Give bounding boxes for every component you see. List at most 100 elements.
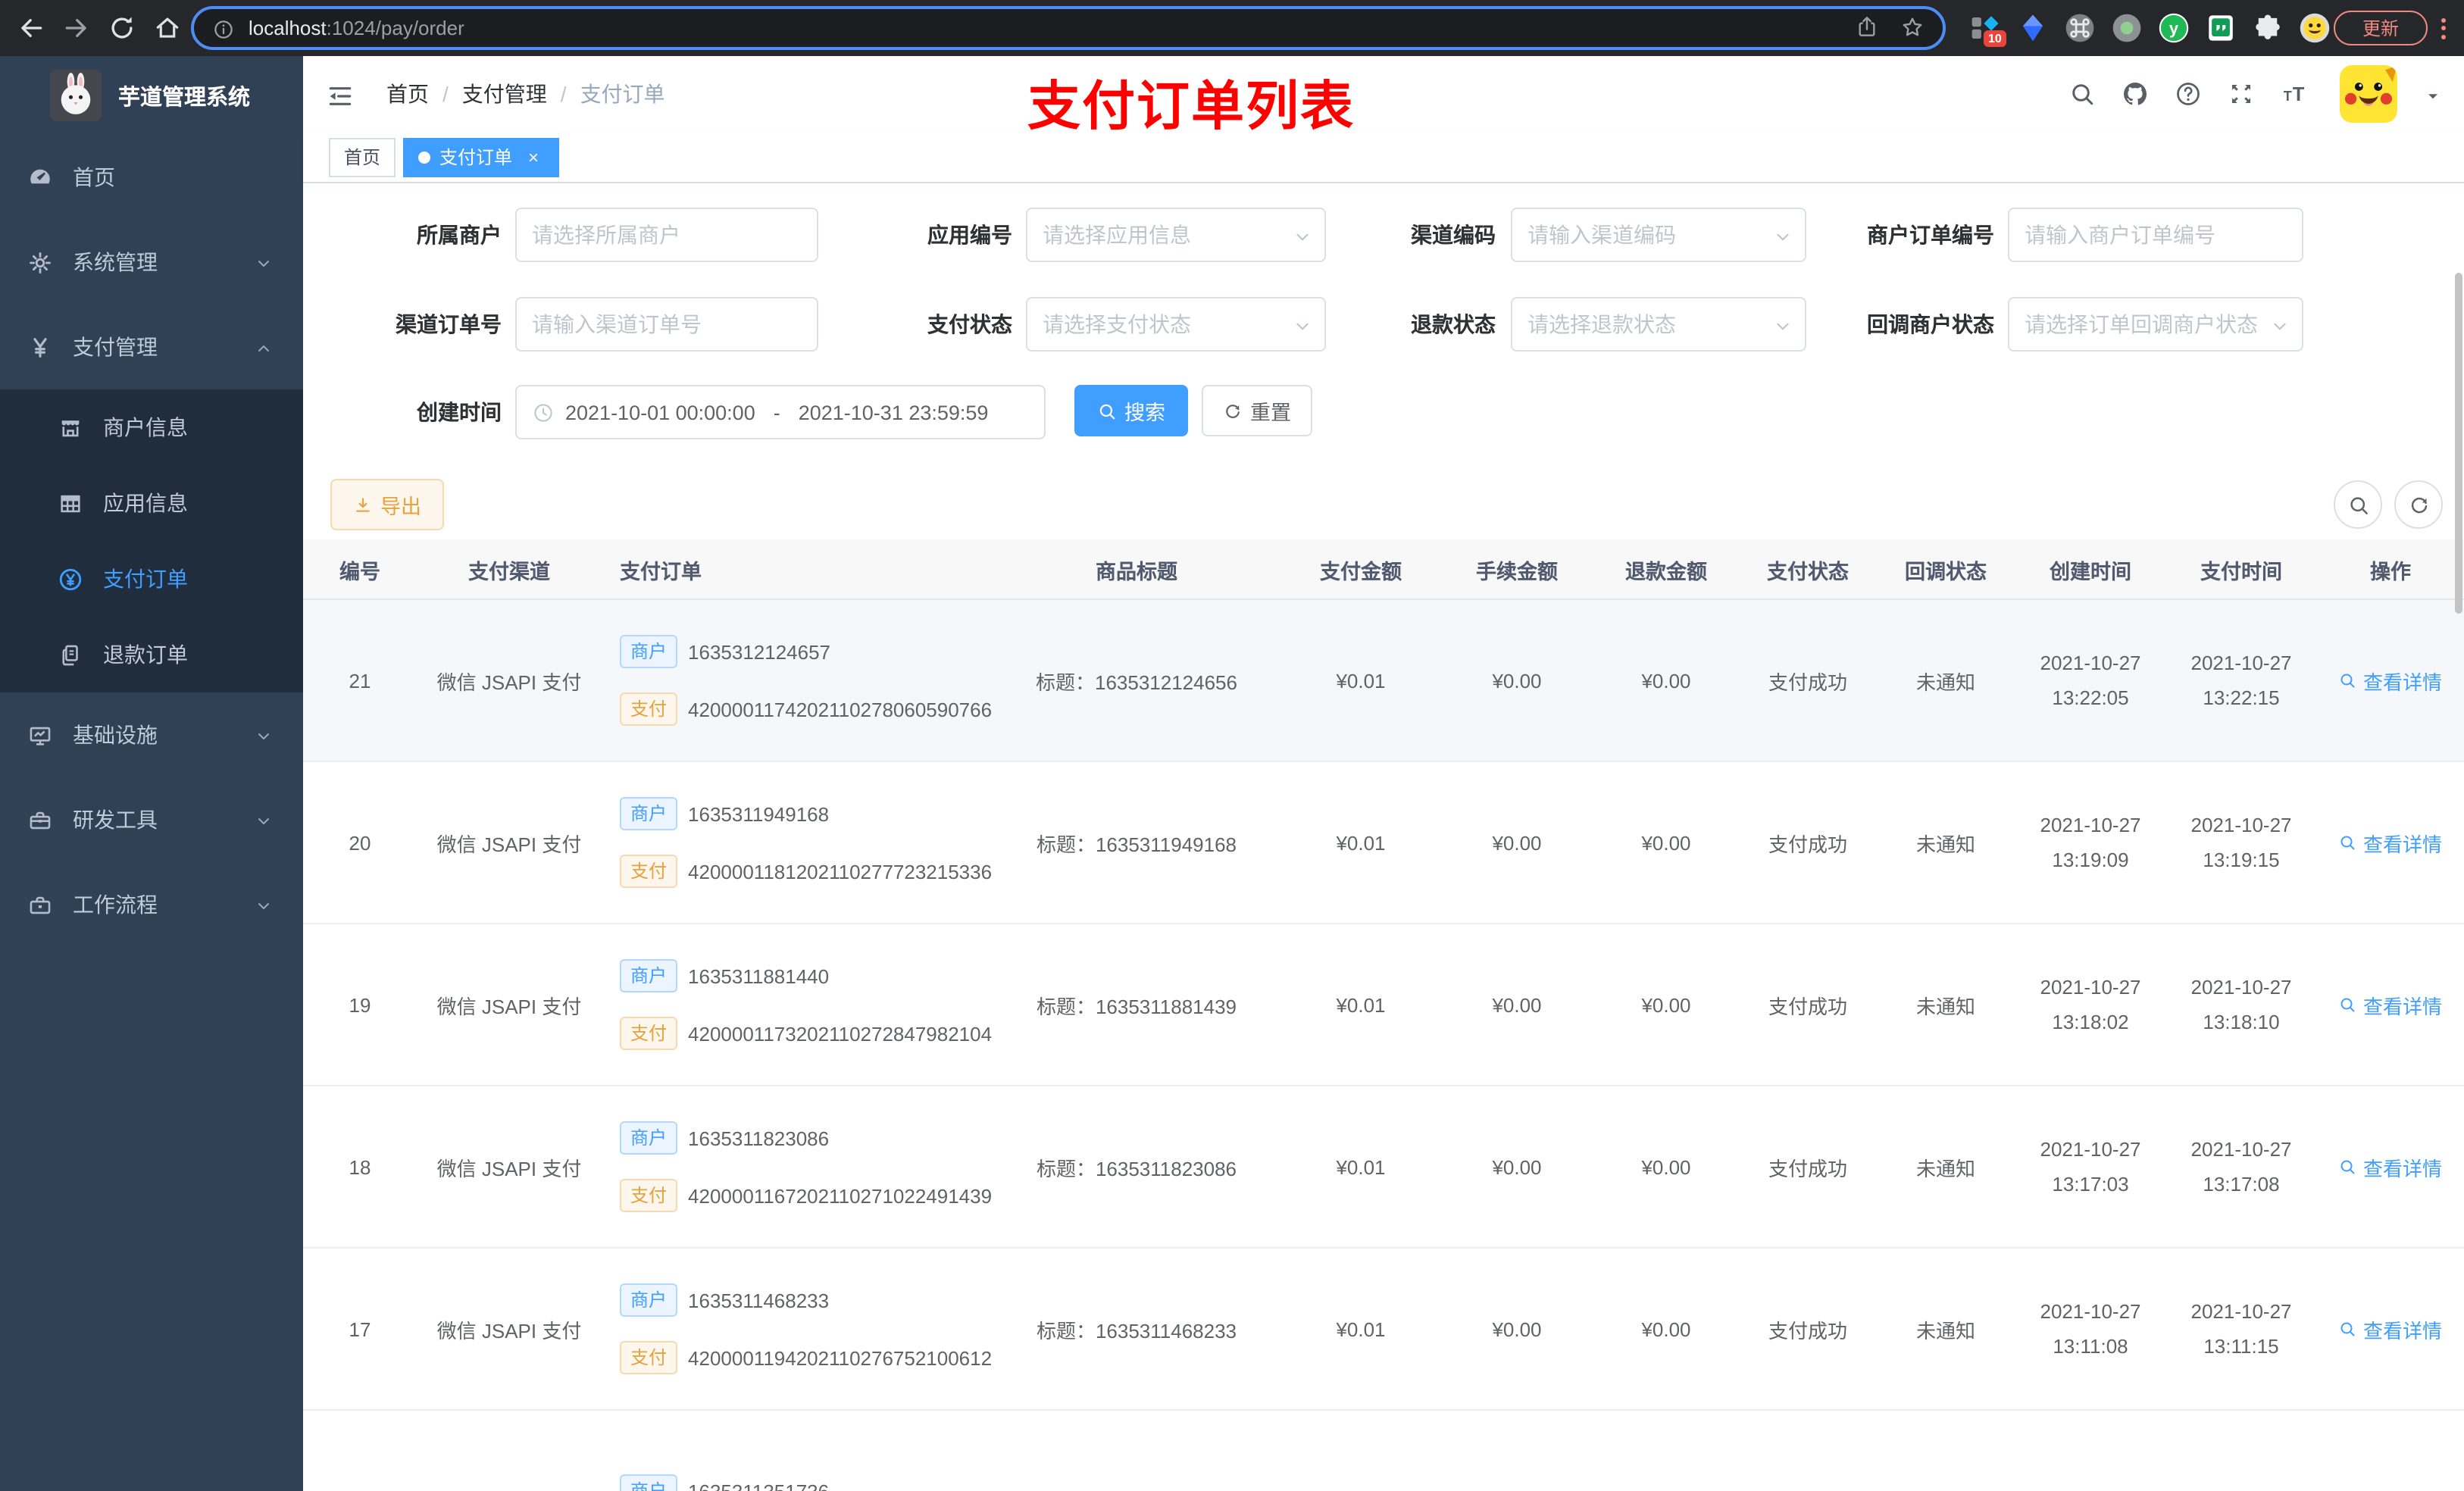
- column-header-amount: 支付金额: [1320, 560, 1402, 583]
- extension-gray-dot-icon[interactable]: [2111, 12, 2143, 44]
- site-info-icon[interactable]: [212, 15, 235, 41]
- browser-home-icon[interactable]: [152, 12, 183, 44]
- extension-y-icon[interactable]: y: [2158, 12, 2190, 44]
- chrome-update-button[interactable]: 更新: [2334, 11, 2428, 45]
- breadcrumb-separator: /: [560, 82, 567, 106]
- url-bar[interactable]: localhost:1024/pay/order: [191, 6, 1946, 50]
- tab-close-icon[interactable]: ×: [523, 146, 544, 167]
- column-header-notify: 回调状态: [1905, 560, 1987, 583]
- export-button[interactable]: 导出: [330, 479, 444, 530]
- extensions-puzzle-icon[interactable]: [2252, 12, 2284, 44]
- search-icon: [1097, 401, 1117, 420]
- cell-channel: 微信 JSAPI 支付: [436, 1319, 582, 1342]
- breadcrumb-item[interactable]: 首页: [386, 79, 429, 109]
- cell-refund: ¥0.00: [1641, 993, 1691, 1016]
- extension-chat-icon[interactable]: [2205, 12, 2237, 44]
- filter-select[interactable]: 请选择订单回调商户状态: [2008, 297, 2303, 352]
- view-detail-link[interactable]: 查看详情: [2339, 990, 2442, 1019]
- refresh-table-button[interactable]: [2394, 480, 2443, 529]
- extension-kite-icon[interactable]: [2017, 12, 2049, 44]
- share-icon[interactable]: [1855, 14, 1879, 42]
- placeholder-text: 请选择应用信息: [1043, 223, 1191, 247]
- cell-status: 支付成功: [1768, 833, 1847, 855]
- filter-select[interactable]: 请输入渠道编码: [1511, 208, 1806, 262]
- sidebar-item-refund-order[interactable]: 退款订单: [0, 617, 303, 692]
- cell-channel: 微信 JSAPI 支付: [436, 670, 582, 693]
- filter-input[interactable]: 请输入渠道订单号: [515, 297, 818, 352]
- sidebar-item-pay[interactable]: 支付管理: [0, 305, 303, 389]
- browser-forward-icon[interactable]: [61, 12, 92, 44]
- sidebar-item-infra[interactable]: 基础设施: [0, 692, 303, 777]
- cell-fee: ¥0.00: [1492, 1155, 1542, 1178]
- sidebar-item-devtools[interactable]: 研发工具: [0, 777, 303, 862]
- column-header-order: 支付订单: [620, 560, 702, 583]
- page-scrollbar[interactable]: [2455, 273, 2462, 614]
- table-row: 19 微信 JSAPI 支付 商户 1635311881440 支付 4200001173…: [303, 924, 2464, 1086]
- cell-order: 商户 1635311881440 支付 42000011732021102728479…: [602, 924, 993, 1085]
- column-header-title: 商品标题: [1096, 560, 1177, 583]
- chrome-menu-icon[interactable]: [2438, 12, 2447, 44]
- tab-支付订单[interactable]: 支付订单 ×: [403, 137, 560, 177]
- extension-command-icon[interactable]: [2064, 12, 2096, 44]
- sidebar-item-home[interactable]: 首页: [0, 135, 303, 220]
- browser-back-icon[interactable]: [15, 12, 47, 44]
- filter-input[interactable]: 请输入商户订单编号: [2008, 208, 2303, 262]
- cell-created: 2021-10-27 13:19:09: [2040, 814, 2141, 871]
- download-icon: [353, 495, 373, 514]
- view-detail-link[interactable]: 查看详情: [2339, 666, 2442, 695]
- sidebar-logo[interactable]: 芋道管理系统: [0, 56, 303, 135]
- chevron-down-icon[interactable]: [2423, 83, 2443, 105]
- sidebar-collapse-icon[interactable]: [326, 80, 355, 114]
- cell-amount: ¥0.01: [1336, 1155, 1386, 1178]
- yen-circle-icon: [58, 566, 83, 592]
- reset-button[interactable]: 重置: [1202, 385, 1312, 436]
- github-icon[interactable]: [2122, 80, 2149, 108]
- pay-tag: 支付: [620, 855, 678, 888]
- font-size-icon[interactable]: TT: [2281, 80, 2308, 108]
- view-detail-link[interactable]: 查看详情: [2339, 1314, 2442, 1343]
- fullscreen-icon[interactable]: [2228, 80, 2255, 108]
- svg-text:y: y: [2169, 19, 2179, 38]
- cell-amount: ¥0.01: [1336, 993, 1386, 1016]
- breadcrumb-item[interactable]: 支付管理: [462, 79, 547, 109]
- bookmark-star-icon[interactable]: [1900, 14, 1925, 42]
- filter-input[interactable]: 请选择所属商户: [515, 208, 818, 262]
- sidebar-item-merchant-info[interactable]: 商户信息: [0, 389, 303, 465]
- cell-notify: [1876, 1411, 2015, 1491]
- help-icon[interactable]: [2175, 80, 2202, 108]
- view-detail-link[interactable]: 查看详情: [2339, 828, 2442, 857]
- search-button[interactable]: 搜索: [1074, 385, 1188, 436]
- cell-status: 支付成功: [1768, 1319, 1847, 1342]
- refresh-icon: [1223, 401, 1243, 420]
- cell-paid: 2021-10-27 13:22:15: [2190, 652, 2292, 709]
- tags-view-bar: 首页 支付订单 ×: [303, 132, 2464, 183]
- filter-label: 应用编号: [927, 223, 1012, 247]
- view-detail-link[interactable]: 查看详情: [2339, 1152, 2442, 1181]
- merchant-order-no: 1635311949168: [688, 802, 830, 825]
- tab-首页[interactable]: 首页: [329, 137, 396, 177]
- user-avatar[interactable]: [2340, 65, 2397, 123]
- placeholder-text: 请选择退款状态: [1527, 312, 1676, 336]
- extension-diamond-icon[interactable]: 10: [1970, 12, 2006, 47]
- cell-refund: ¥0.00: [1641, 669, 1691, 692]
- sidebar-item-workflow[interactable]: 工作流程: [0, 862, 303, 947]
- sidebar-item-app-info[interactable]: 应用信息: [0, 465, 303, 541]
- filter-select[interactable]: 请选择应用信息: [1026, 208, 1326, 262]
- create-time-range-input[interactable]: 2021-10-01 00:00:00 - 2021-10-31 23:59:5…: [515, 385, 1046, 439]
- merchant-tag: 商户: [620, 1283, 678, 1317]
- browser-reload-icon[interactable]: [106, 12, 138, 44]
- sidebar-item-pay-order[interactable]: 支付订单: [0, 541, 303, 617]
- sidebar-item-system[interactable]: 系统管理: [0, 220, 303, 305]
- browser-toolbar: localhost:1024/pay/order 10 y 更新: [0, 0, 2464, 56]
- pay-tag: 支付: [620, 692, 678, 726]
- gear-icon: [27, 249, 53, 275]
- cell-action: 查看详情: [2317, 600, 2464, 761]
- filter-label: 退款状态: [1411, 312, 1496, 336]
- filter-select[interactable]: 请选择退款状态: [1511, 297, 1806, 352]
- chevron-up-icon: [255, 336, 273, 358]
- search-icon[interactable]: [2068, 80, 2096, 108]
- filter-select[interactable]: 请选择支付状态: [1026, 297, 1326, 352]
- toggle-search-button[interactable]: [2334, 480, 2382, 529]
- profile-emoji-icon[interactable]: [2299, 12, 2331, 44]
- sidebar-item-label: 系统管理: [73, 250, 158, 274]
